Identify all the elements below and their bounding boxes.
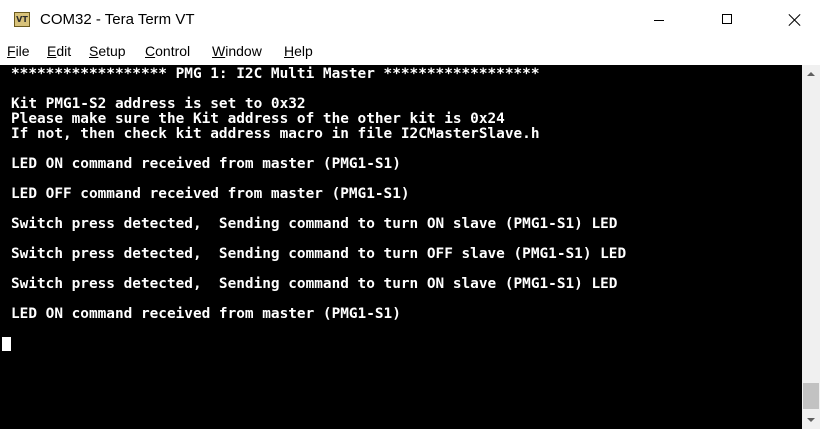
terminal-line: ****************** PMG 1: I2C Multi Mast… [11,66,540,82]
window-title: COM32 - Tera Term VT [40,11,195,28]
terminal-cursor [2,337,11,351]
tera-term-app-icon[interactable]: VT [14,12,30,27]
menu-file-accelerator: F [7,43,16,59]
title-bar[interactable]: VT COM32 - Tera Term VT [0,0,820,40]
menu-bar: File Edit Setup Control Window Help [0,40,820,64]
menu-edit[interactable]: Edit [47,43,71,59]
scrollbar-thumb[interactable] [803,383,819,409]
terminal-line: LED OFF command received from master (PM… [11,186,410,202]
chevron-up-icon [807,72,815,76]
minimize-button[interactable] [636,0,682,40]
menu-help[interactable]: Help [284,43,313,59]
maximize-icon [722,14,732,24]
terminal-line: LED ON command received from master (PMG… [11,306,401,322]
scroll-down-button[interactable] [802,411,820,429]
close-icon [789,14,801,26]
terminal-line: Switch press detected, Sending command t… [11,276,618,292]
menu-help-accelerator: H [284,43,295,59]
menu-window-accelerator: W [212,43,226,59]
terminal-line: Switch press detected, Sending command t… [11,246,627,262]
terminal-line: Kit PMG1-S2 address is set to 0x32 [11,96,306,112]
menu-setup-accelerator: S [89,43,99,59]
menu-edit-label: dit [56,43,72,59]
terminal-screen[interactable]: ****************** PMG 1: I2C Multi Mast… [0,65,802,429]
terminal-line: LED ON command received from master (PMG… [11,156,401,172]
terminal-line: Switch press detected, Sending command t… [11,216,618,232]
menu-setup-label: etup [98,43,126,59]
tera-term-window: VT COM32 - Tera Term VT File Edit Setup … [0,0,820,429]
chevron-down-icon [807,418,815,422]
menu-help-label: elp [294,43,313,59]
menu-file[interactable]: File [7,43,30,59]
menu-window[interactable]: Window [212,43,262,59]
terminal-line: Please make sure the Kit address of the … [11,111,505,127]
menu-control-accelerator: C [145,43,156,59]
minimize-icon [654,20,664,21]
menu-edit-accelerator: E [47,43,57,59]
menu-setup[interactable]: Setup [89,43,126,59]
menu-window-label: indow [225,43,262,59]
terminal-line: If not, then check kit address macro in … [11,126,540,142]
vertical-scrollbar[interactable] [802,65,820,429]
menu-file-label: ile [15,43,30,59]
menu-control[interactable]: Control [145,43,190,59]
close-button[interactable] [772,0,818,40]
scroll-up-button[interactable] [802,65,820,83]
maximize-button[interactable] [704,0,750,40]
menu-control-label: ontrol [155,43,191,59]
